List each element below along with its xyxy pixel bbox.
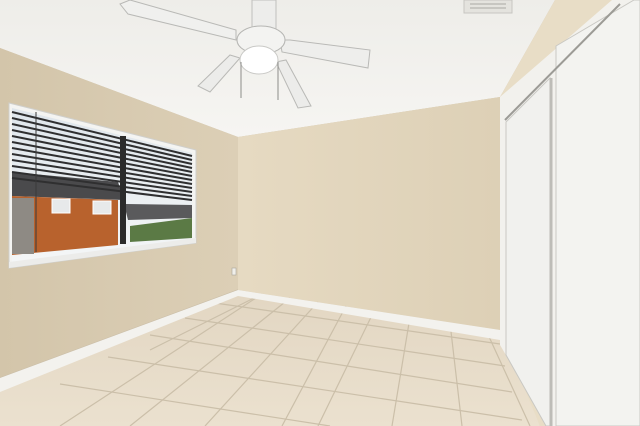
wall-outlet [231,267,237,276]
neighbor-siding [12,198,34,254]
closet-door-right [555,0,640,426]
fan-light [239,45,279,75]
neighbor-window-1 [51,198,71,214]
room-photo [0,0,640,426]
fan-downrod [251,0,277,31]
neighbor-window-2 [92,200,112,215]
ceiling-vent [463,0,513,14]
back-wall [238,97,500,330]
neighbor-roof-2 [124,204,192,220]
room-illustration [0,0,640,426]
